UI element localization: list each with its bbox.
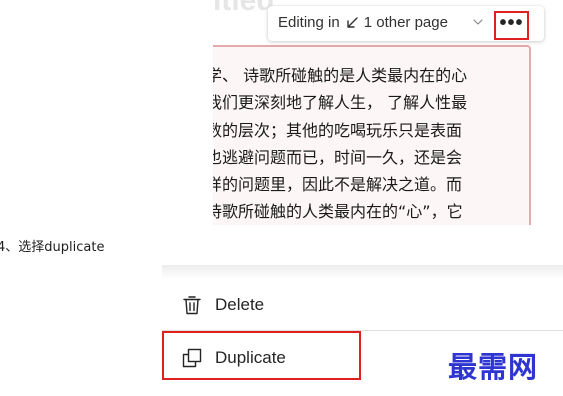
note-line: 学、 诗歌所碰触的是人类最内在的心 xyxy=(213,66,468,85)
arrow-down-left-icon xyxy=(347,16,358,28)
editing-status-text: Editing in 1 other page xyxy=(278,14,448,31)
more-options-button[interactable]: ••• xyxy=(494,11,529,40)
step-caption: 4、选择duplicate xyxy=(0,240,105,255)
editing-status-pill[interactable]: Editing in 1 other page ••• xyxy=(268,6,544,41)
editing-label: Editing in xyxy=(278,14,340,31)
note-line: 样的问题里，因此不是解决之道。而 xyxy=(213,175,463,195)
trash-icon xyxy=(183,296,201,315)
menu-item-delete[interactable]: Delete xyxy=(162,279,563,331)
context-menu: Delete Duplicate 最需网 xyxy=(162,265,563,396)
note-text: 学、 诗歌所碰触的是人类最内在的心 我们更深刻地了解人生， 了解人性最 数的层次… xyxy=(213,62,529,225)
duplicate-highlight-box xyxy=(162,331,361,380)
note-line: 我们更深刻地了解人生， 了解人性最 xyxy=(213,93,468,113)
note-page-crop: itled 学、 诗歌所碰触的是人类最内在的心 我们更深刻地了解人生， 了解人性… xyxy=(213,0,563,225)
note-line: 数的层次；其他的吃喝玩乐只是表面 xyxy=(213,120,463,140)
note-content-block[interactable]: 学、 诗歌所碰触的是人类最内在的心 我们更深刻地了解人生， 了解人性最 数的层次… xyxy=(213,45,531,225)
watermark: 最需网 xyxy=(448,350,539,384)
note-line: 也逃避问题而已，时间一久，还是会 xyxy=(213,147,463,167)
menu-top-shadow xyxy=(162,265,563,279)
editing-count: 1 other page xyxy=(363,14,448,31)
menu-item-delete-label: Delete xyxy=(215,295,265,314)
note-line: 诗歌所碰触的人类最内在的“心”，它 xyxy=(213,202,463,222)
more-icon: ••• xyxy=(499,11,524,34)
page-title: itled xyxy=(213,0,275,17)
chevron-down-icon[interactable] xyxy=(472,16,484,28)
